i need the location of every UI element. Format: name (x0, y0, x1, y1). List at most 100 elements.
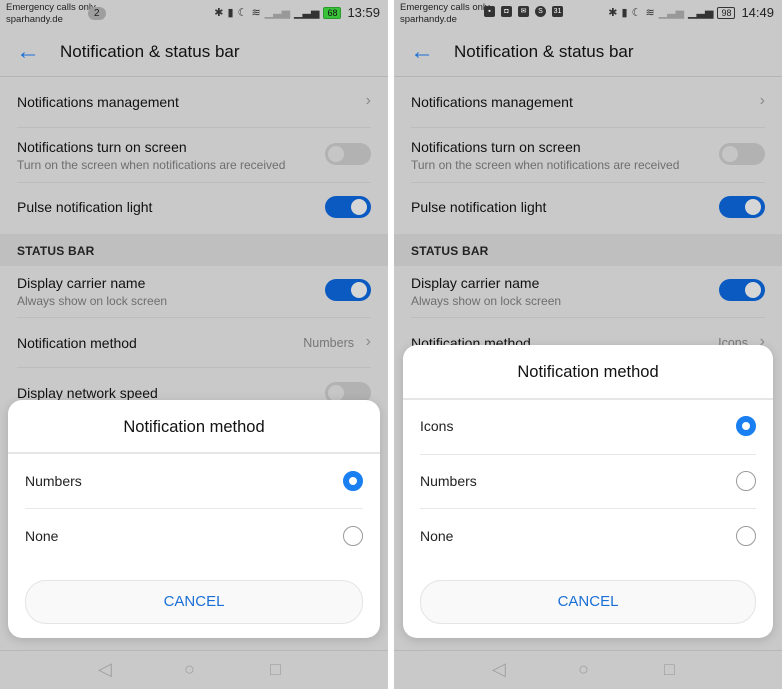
calendar-31-icon: 31 (552, 6, 563, 17)
item-label: Notifications turn on screen (17, 139, 187, 155)
status-bar: Emergency calls only sparhandy.de ▪ ◘ ✉ … (394, 0, 782, 28)
clock: 13:59 (347, 5, 380, 20)
turn-on-screen-toggle[interactable] (325, 143, 371, 165)
item-sublabel: Turn on the screen when notifications ar… (411, 158, 680, 172)
nav-back-icon[interactable]: ◁ (98, 659, 112, 679)
skype-icon: S (535, 6, 546, 17)
nav-home-icon[interactable]: ○ (184, 659, 195, 679)
pulse-light-toggle[interactable] (719, 196, 765, 218)
option-icons[interactable]: Icons (420, 400, 756, 454)
carrier-text: Emergency calls only sparhandy.de (400, 2, 490, 25)
radio-selected[interactable] (736, 416, 756, 436)
divider (411, 317, 765, 318)
screen-numbers: Emergency calls only sparhandy.de 2 ✱ ▮ … (0, 0, 388, 689)
wifi-icon: ≋ (251, 7, 261, 19)
divider (420, 508, 756, 509)
camera-icon: ◘ (501, 6, 512, 17)
signal-icon: ▁▃▅ (658, 7, 685, 19)
pulse-light-item: Pulse notification light (17, 196, 371, 218)
clock: 14:49 (741, 5, 774, 20)
dialog-title: Notification method (517, 363, 659, 381)
divider (17, 182, 371, 183)
carrier-line2: sparhandy.de (6, 13, 63, 25)
option-numbers[interactable]: Numbers (25, 455, 363, 509)
carrier-text: Emergency calls only sparhandy.de (6, 2, 96, 25)
vibrate-icon: ▮ (621, 7, 628, 19)
pulse-light-toggle[interactable] (325, 196, 371, 218)
divider (17, 367, 371, 368)
calendar-icon: ▪ (484, 6, 495, 17)
turn-on-screen-item: Notifications turn on screen Turn on the… (411, 139, 765, 172)
navigation-bar: ◁ ○ □ (0, 650, 388, 689)
notification-app-icons: ▪ ◘ ✉ S 31 (484, 6, 563, 17)
back-arrow-icon[interactable]: ← (16, 40, 40, 64)
option-numbers[interactable]: Numbers (420, 455, 756, 509)
option-none[interactable]: None (420, 510, 756, 564)
item-label: Notifications management (411, 94, 573, 110)
chevron-right-icon: › (365, 333, 371, 350)
wifi-icon: ≋ (645, 7, 655, 19)
option-none[interactable]: None (25, 510, 363, 564)
nav-recents-icon[interactable]: □ (664, 659, 675, 679)
app-bar: ← Notification & status bar (0, 28, 388, 77)
option-label: None (25, 528, 59, 544)
item-value: Numbers (303, 336, 354, 350)
carrier-line2: sparhandy.de (400, 13, 457, 25)
signal-icon: ▁▃▅ (294, 7, 320, 19)
radio-unselected[interactable] (343, 526, 363, 546)
back-arrow-icon[interactable]: ← (410, 40, 434, 64)
dialog-separator (8, 452, 380, 454)
bluetooth-icon: ✱ (214, 7, 224, 19)
item-label: Display carrier name (17, 275, 146, 291)
nav-back-icon[interactable]: ◁ (492, 659, 506, 679)
app-bar: ← Notification & status bar (394, 28, 782, 77)
notification-method-item[interactable]: Notification method Numbers › (17, 333, 371, 351)
divider (411, 127, 765, 128)
item-label: Notifications management (17, 94, 179, 110)
notification-count-badge: 2 (88, 7, 106, 20)
carrier-name-toggle[interactable] (325, 279, 371, 301)
item-label: Pulse notification light (17, 199, 153, 215)
option-label: Numbers (420, 473, 477, 489)
nav-recents-icon[interactable]: □ (270, 659, 281, 679)
signal-icon: ▁▃▅ (688, 7, 714, 19)
chevron-right-icon: › (365, 92, 371, 109)
page-title: Notification & status bar (60, 42, 240, 61)
battery-icon: 98 (717, 6, 736, 19)
notifications-management-item[interactable]: Notifications management › (411, 92, 765, 110)
carrier-line1: Emergency calls only (6, 2, 96, 13)
signal-icon: ▁▃▅ (264, 7, 291, 19)
item-sublabel: Always show on lock screen (17, 294, 168, 308)
network-speed-item: Display network speed (17, 382, 371, 404)
moon-icon: ☾ (631, 7, 642, 19)
mail-icon: ✉ (518, 6, 529, 17)
divider (25, 508, 363, 509)
turn-on-screen-toggle[interactable] (719, 143, 765, 165)
radio-unselected[interactable] (736, 526, 756, 546)
item-label: Display carrier name (411, 275, 540, 291)
item-sublabel: Always show on lock screen (411, 294, 562, 308)
option-label: Numbers (25, 473, 82, 489)
option-label: None (420, 528, 454, 544)
carrier-name-item: Display carrier name Always show on lock… (17, 275, 371, 308)
item-sublabel: Turn on the screen when notifications ar… (17, 158, 286, 172)
screen-icons: Emergency calls only sparhandy.de ▪ ◘ ✉ … (394, 0, 782, 689)
cancel-button[interactable]: CANCEL (420, 580, 756, 624)
cancel-button[interactable]: CANCEL (25, 580, 363, 624)
navigation-bar: ◁ ○ □ (394, 650, 782, 689)
section-header: STATUS BAR (394, 234, 782, 266)
status-bar: Emergency calls only sparhandy.de 2 ✱ ▮ … (0, 0, 388, 28)
carrier-name-item: Display carrier name Always show on lock… (411, 275, 765, 308)
option-label: Icons (420, 418, 454, 434)
carrier-name-toggle[interactable] (719, 279, 765, 301)
radio-selected[interactable] (343, 471, 363, 491)
vibrate-icon: ▮ (227, 7, 234, 19)
notification-method-dialog: Notification method Numbers None CANCEL (8, 400, 380, 638)
bluetooth-icon: ✱ (608, 7, 618, 19)
dialog-title: Notification method (123, 418, 265, 436)
divider (17, 317, 371, 318)
radio-unselected[interactable] (736, 471, 756, 491)
nav-home-icon[interactable]: ○ (578, 659, 589, 679)
notifications-management-item[interactable]: Notifications management › (17, 92, 371, 110)
carrier-line1: Emergency calls only (400, 2, 490, 13)
